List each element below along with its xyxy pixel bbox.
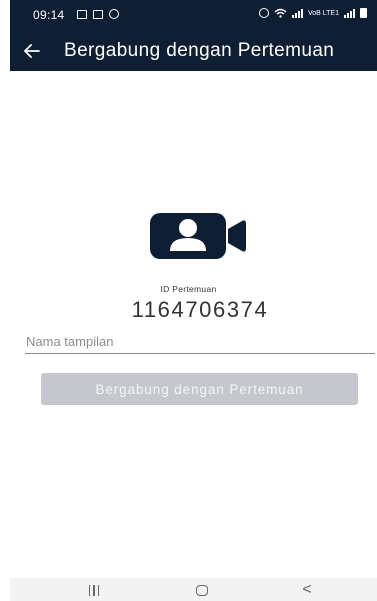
- volte-label: VoB LTE1: [307, 9, 339, 17]
- home-button[interactable]: [182, 581, 222, 599]
- header: 09:14 VoB LTE1 Bergabung dengan Pertemua…: [10, 0, 377, 71]
- meeting-id-label: ID Pertemuan: [160, 284, 217, 294]
- meeting-id-value: 1164706374: [131, 297, 269, 322]
- status-right-icons: VoB LTE1: [258, 8, 367, 18]
- video-camera-user-icon: [150, 213, 246, 259]
- screen: 09:14 VoB LTE1 Bergabung dengan Pertemua…: [0, 0, 377, 601]
- signal-icon: [291, 8, 303, 18]
- image-icon: [77, 9, 87, 19]
- status-left-icons: [77, 9, 119, 19]
- battery-icon: [360, 8, 367, 18]
- sync-icon: [109, 9, 119, 19]
- recents-button[interactable]: [80, 581, 108, 599]
- home-icon: [196, 584, 208, 596]
- signal-icon-2: [344, 8, 355, 18]
- page-title: Bergabung dengan Pertemuan: [64, 39, 335, 61]
- recents-icon: [88, 584, 100, 596]
- system-nav-bar: <: [10, 578, 377, 601]
- calendar-icon: [93, 9, 103, 19]
- join-meeting-button[interactable]: Bergabung dengan Pertemuan: [41, 373, 358, 405]
- wifi-icon: [274, 8, 287, 18]
- nav-back-button[interactable]: <: [292, 581, 322, 599]
- alarm-icon: [258, 8, 269, 18]
- status-time: 09:14: [33, 8, 65, 22]
- back-icon: <: [302, 581, 312, 598]
- back-button[interactable]: [8, 30, 56, 71]
- display-name-field[interactable]: [25, 329, 375, 354]
- arrow-left-icon: [24, 43, 40, 58]
- status-bar: 09:14 VoB LTE1: [10, 0, 377, 30]
- app-bar: Bergabung dengan Pertemuan: [10, 30, 377, 71]
